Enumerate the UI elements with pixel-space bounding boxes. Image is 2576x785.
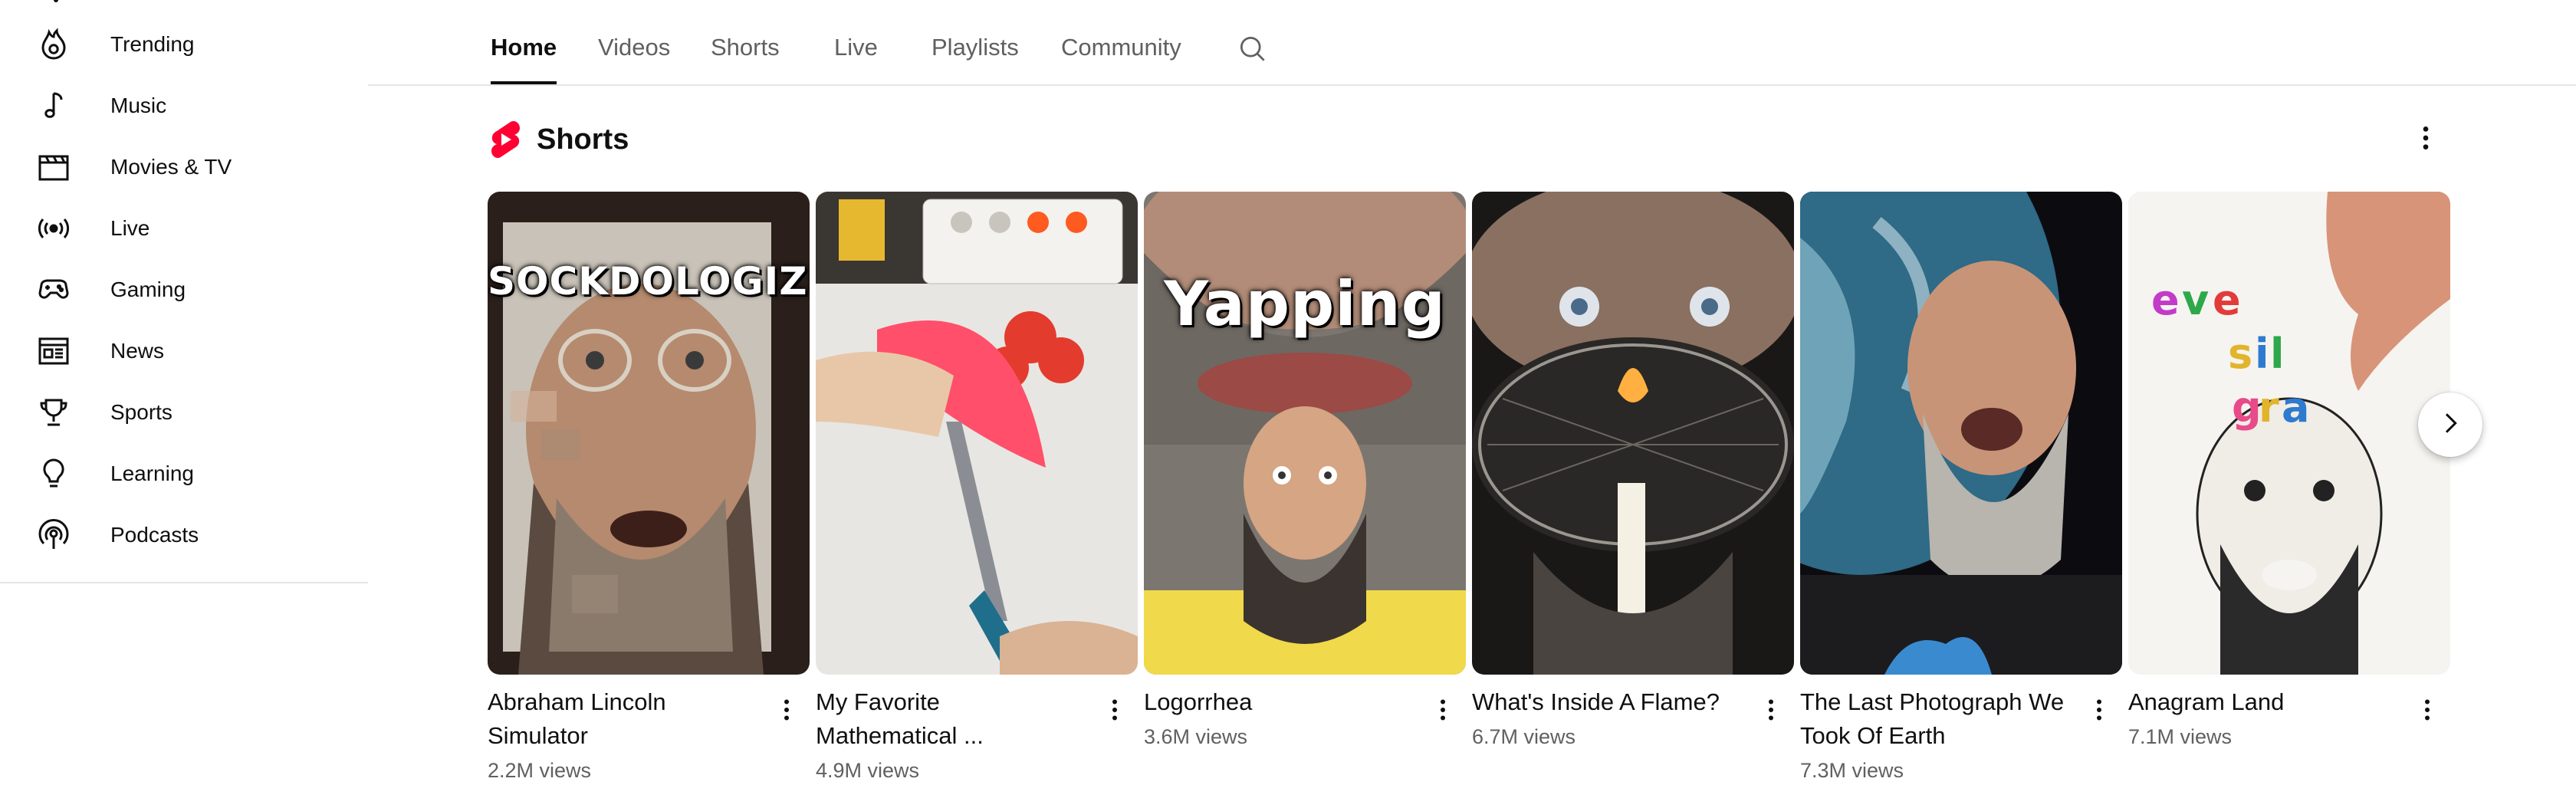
shorts-shelf-header: Shorts (488, 117, 629, 163)
more-options-icon[interactable] (2081, 691, 2118, 728)
more-options-icon[interactable] (768, 691, 805, 728)
sidebar-item-trending[interactable]: Trending (18, 14, 350, 75)
sidebar-item-music[interactable]: Music (18, 75, 350, 136)
tab-home[interactable]: Home (491, 34, 557, 84)
short-card[interactable]: My Favorite Mathematical ... 4.9M views (816, 192, 1138, 782)
tab-shorts[interactable]: Shorts (711, 34, 780, 83)
short-title[interactable]: Anagram Land (2128, 685, 2398, 719)
search-icon[interactable] (1236, 32, 1270, 66)
short-title[interactable]: My Favorite Mathematical ... (816, 685, 1086, 753)
tab-videos[interactable]: Videos (598, 34, 670, 83)
short-views: 7.1M views (2128, 725, 2233, 748)
short-thumbnail[interactable]: e v e s i l g r a (2128, 192, 2450, 675)
short-views: 7.3M views (1800, 759, 1904, 782)
trending-flame-icon (35, 26, 72, 63)
short-thumbnail[interactable] (1800, 192, 2122, 675)
short-thumbnail[interactable] (816, 192, 1138, 675)
svg-text:e: e (2213, 276, 2241, 324)
svg-text:r: r (2259, 383, 2279, 432)
svg-text:a: a (2282, 383, 2309, 432)
sidebar-item-news[interactable]: News (18, 320, 350, 382)
short-thumbnail[interactable]: SOCKDOLOGIZING (488, 192, 810, 675)
podcast-icon (35, 517, 72, 553)
shorts-logo-icon (488, 120, 521, 159)
shelf-title: Shorts (537, 123, 629, 156)
short-card[interactable]: SOCKDOLOGIZING Abraham Lincoln Simulator… (488, 192, 810, 782)
short-title[interactable]: Abraham Lincoln Simulator (488, 685, 757, 753)
thumbnail-overlay-text: SOCKDOLOGIZING (488, 259, 810, 304)
sidebar-item-label: Music (110, 94, 167, 117)
sidebar-item-gaming[interactable]: Gaming (18, 259, 350, 320)
next-arrow-button[interactable] (2418, 392, 2482, 457)
sidebar-divider (0, 582, 368, 583)
svg-text:g: g (2232, 383, 2262, 432)
short-views: 3.6M views (1144, 725, 1248, 748)
sidebar-item-movies-tv[interactable]: Movies & TV (18, 136, 350, 198)
short-card[interactable]: The Last Photograph We Took Of Earth 7.3… (1800, 192, 2122, 782)
sidebar-item-live[interactable]: Live (18, 198, 350, 259)
channel-tabs: Home Videos Shorts Live Playlists Commun… (368, 0, 2576, 86)
sidebar-item-label: News (110, 339, 165, 363)
short-views: 6.7M views (1472, 725, 1576, 748)
svg-text:s: s (2228, 330, 2252, 378)
sidebar-item-learning[interactable]: Learning (18, 443, 350, 504)
lightbulb-icon (35, 455, 72, 492)
tab-live[interactable]: Live (834, 34, 878, 83)
more-options-icon[interactable] (1753, 691, 1789, 728)
short-card[interactable]: What's Inside A Flame? 6.7M views (1472, 192, 1794, 748)
newspaper-icon (35, 333, 72, 370)
svg-text:v: v (2182, 276, 2209, 324)
music-note-icon (35, 87, 72, 124)
sidebar: Trending Music Movies & TV Live Gaming N… (0, 0, 368, 785)
short-card[interactable]: e v e s i l g r a Anagram Land 7.1M view… (2128, 192, 2450, 748)
sidebar-item-sports[interactable]: Sports (18, 382, 350, 443)
short-card[interactable]: Yapping Logorrhea 3.6M views (1144, 192, 1466, 748)
sidebar-item-label: Trending (110, 32, 195, 56)
more-options-icon[interactable] (1424, 691, 1461, 728)
chevron-right-icon (2435, 408, 2466, 442)
sidebar-item-label: Movies & TV (110, 155, 232, 179)
live-broadcast-icon (35, 210, 72, 247)
short-views: 4.9M views (816, 759, 920, 782)
svg-text:i: i (2255, 330, 2269, 378)
sidebar-item-label: Live (110, 216, 150, 240)
svg-text:e: e (2151, 276, 2180, 324)
thumbnail-overlay-text: Yapping (1164, 268, 1446, 340)
sidebar-cut-off-item (52, 0, 61, 5)
sidebar-item-podcasts[interactable]: Podcasts (18, 504, 350, 566)
more-options-icon[interactable] (2409, 691, 2446, 728)
short-title[interactable]: The Last Photograph We Took Of Earth (1800, 685, 2070, 753)
shelf-more-options-icon[interactable] (2407, 120, 2444, 156)
sidebar-item-label: Sports (110, 400, 172, 424)
svg-text:l: l (2270, 330, 2285, 378)
short-title[interactable]: Logorrhea (1144, 685, 1414, 719)
more-options-icon[interactable] (1096, 691, 1133, 728)
short-title[interactable]: What's Inside A Flame? (1472, 685, 1742, 719)
tab-community[interactable]: Community (1061, 34, 1181, 83)
short-thumbnail[interactable] (1472, 192, 1794, 675)
game-controller-icon (35, 271, 72, 308)
short-thumbnail[interactable]: Yapping (1144, 192, 1466, 675)
sidebar-item-label: Gaming (110, 278, 186, 301)
sidebar-item-label: Learning (110, 461, 194, 485)
sidebar-item-label: Podcasts (110, 523, 199, 547)
clapperboard-icon (35, 149, 72, 186)
short-views: 2.2M views (488, 759, 592, 782)
tab-playlists[interactable]: Playlists (932, 34, 1019, 83)
trophy-icon (35, 394, 72, 431)
